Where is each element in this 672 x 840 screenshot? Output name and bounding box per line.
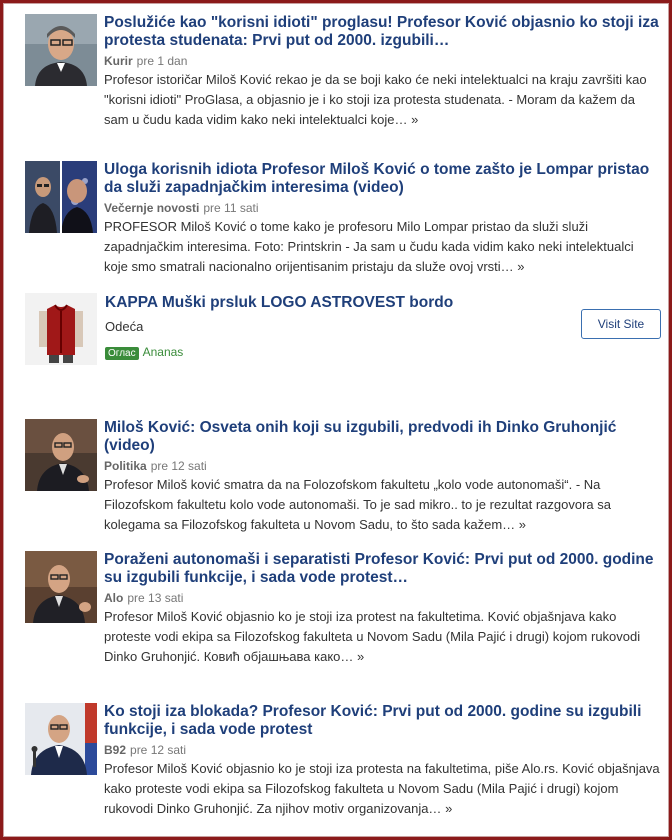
article-thumbnail[interactable] (25, 551, 97, 623)
article-summary: Profesor Miloš Ković objasnio ko je stoj… (104, 759, 660, 819)
article-summary-text: Profesor istoričar Miloš Ković rekao je … (104, 72, 647, 127)
news-feed: Poslužiće kao "korisni idioti" proglasu!… (0, 0, 672, 840)
read-more-link[interactable]: » (411, 112, 418, 127)
article-thumbnail[interactable] (25, 419, 97, 491)
article-meta: B92 pre 12 sati (104, 742, 660, 758)
article-meta: Alo pre 13 sati (104, 590, 660, 606)
read-more-link[interactable]: » (519, 517, 526, 532)
article-summary-text: PROFESOR Miloš Ković o tome kako je prof… (104, 219, 634, 274)
article-summary: Profesor istoričar Miloš Ković rekao je … (104, 70, 660, 130)
article-title[interactable]: Miloš Ković: Osveta onih koji su izgubil… (104, 419, 660, 455)
article-source: Politika (104, 459, 147, 473)
article-time: pre 1 dan (136, 54, 188, 68)
read-more-link[interactable]: » (517, 259, 524, 274)
article-time: pre 12 sati (130, 743, 187, 757)
article-title[interactable]: Poraženi autonomaši i separatisti Profes… (104, 551, 660, 587)
ad-brand[interactable]: Ananas (143, 345, 184, 359)
article-title[interactable]: Poslužiće kao "korisni idioti" proglasu!… (104, 14, 660, 50)
ad-title[interactable]: KAPPA Muški prsluk LOGO ASTROVEST bordo (105, 294, 453, 312)
article-thumbnail[interactable] (25, 14, 97, 86)
article-thumbnail[interactable] (25, 161, 97, 233)
ad-badge: Оглас (105, 347, 139, 360)
read-more-link[interactable]: » (445, 801, 452, 816)
ad-category: Odeća (105, 319, 144, 334)
article-summary-text: Profesor Miloš Ković objasnio ko je stoj… (104, 609, 641, 664)
read-more-link[interactable]: » (357, 649, 364, 664)
visit-site-button[interactable]: Visit Site (581, 309, 661, 339)
article-time: pre 12 sati (150, 459, 207, 473)
article-summary: Profesor Miloš ković smatra da na Folozo… (104, 475, 660, 535)
article-summary-text: Profesor Miloš Ković objasnio ko je stoj… (104, 761, 660, 816)
article-meta: Večernje novosti pre 11 sati (104, 200, 660, 216)
article-source: Kurir (104, 54, 133, 68)
article-title[interactable]: Ko stoji iza blokada? Profesor Ković: Pr… (104, 703, 660, 739)
article-thumbnail[interactable] (25, 703, 97, 775)
article-title[interactable]: Uloga korisnih idiota Profesor Miloš Kov… (104, 161, 660, 197)
article-time: pre 13 sati (127, 591, 184, 605)
sponsored-ad: KAPPA Muški prsluk LOGO ASTROVEST bordo … (25, 293, 661, 365)
article-summary: PROFESOR Miloš Ković o tome kako je prof… (104, 217, 660, 277)
article-time: pre 11 sati (203, 201, 259, 215)
article-meta: Kurir pre 1 dan (104, 53, 660, 69)
article-source: Večernje novosti (104, 201, 200, 215)
article-summary: Profesor Miloš Ković objasnio ko je stoj… (104, 607, 660, 667)
article-source: Alo (104, 591, 124, 605)
ad-product-image[interactable] (25, 293, 97, 365)
article-meta: Politika pre 12 sati (104, 458, 660, 474)
article-summary-text: Profesor Miloš ković smatra da na Folozo… (104, 477, 612, 532)
ad-attribution: Оглас Ananas (105, 345, 184, 360)
article-source: B92 (104, 743, 127, 757)
